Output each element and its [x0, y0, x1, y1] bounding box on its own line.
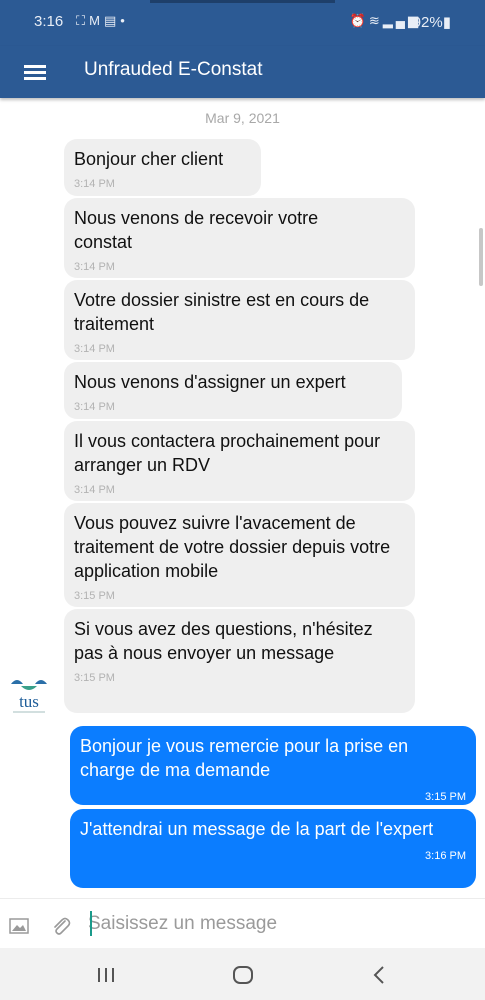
message-text: Vous pouvez suivre l'avacement de traite… — [74, 513, 391, 581]
status-time: 3:16 — [34, 13, 64, 30]
message-time: 3:16 PM — [425, 850, 466, 862]
alarm-icon: ⏰ — [349, 13, 369, 28]
wifi-icon: ≋ — [368, 13, 383, 28]
outgoing-message[interactable]: Bonjour je vous remercie pour la prise e… — [70, 726, 476, 805]
text-cursor — [90, 911, 92, 936]
incoming-message[interactable]: Vous pouvez suivre l'avacement de traite… — [64, 503, 415, 607]
message-text: J'attendrai un message de la part de l'e… — [80, 819, 434, 839]
message-input[interactable] — [88, 909, 468, 939]
message-time: 3:14 PM — [74, 343, 115, 355]
message-text: Bonjour je vous remercie pour la prise e… — [80, 736, 409, 780]
date-separator: Mar 9, 2021 — [205, 110, 280, 126]
incoming-message[interactable]: Nous venons d'assigner un expert 3:14 PM — [64, 362, 402, 419]
message-text: Nous venons de recevoir votre constat — [74, 208, 319, 252]
status-bar: 3:16 ⛶M▤• ⏰≋▂▄▆ 92%▮ — [0, 0, 485, 46]
outgoing-message[interactable]: J'attendrai un message de la part de l'e… — [70, 809, 476, 888]
battery-indicator: 92%▮ — [413, 13, 451, 31]
message-time: 3:14 PM — [74, 178, 115, 190]
notification-icons: ⛶M▤• — [76, 13, 129, 29]
message-time: 3:15 PM — [74, 590, 115, 602]
incoming-message[interactable]: Nous venons de recevoir votre constat 3:… — [64, 198, 415, 278]
message-composer — [0, 898, 485, 948]
message-icon: ▤ — [103, 13, 121, 28]
message-text: Votre dossier sinistre est en cours de t… — [74, 290, 370, 334]
battery-icon: ▮ — [442, 14, 451, 31]
home-icon[interactable] — [228, 962, 258, 988]
message-text: Si vous avez des questions, n'hésitez pa… — [74, 619, 373, 663]
app-title: Unfrauded E-Constat — [84, 59, 263, 80]
status-bar-divider — [150, 0, 335, 3]
message-time: 3:14 PM — [74, 261, 115, 273]
agent-avatar[interactable]: tus — [7, 674, 51, 718]
avatar-logo-text: tus — [19, 692, 39, 711]
battery-percent: 92% — [412, 14, 443, 31]
recent-apps-icon[interactable] — [91, 962, 121, 988]
screenshot-icon: ⛶ — [76, 13, 90, 28]
incoming-message[interactable]: Votre dossier sinistre est en cours de t… — [64, 280, 415, 360]
back-icon[interactable] — [364, 962, 394, 988]
paperclip-icon[interactable] — [51, 916, 71, 936]
system-icons: ⏰≋▂▄▆ — [350, 13, 421, 29]
message-time: 3:14 PM — [74, 484, 115, 496]
message-text: Bonjour cher client — [74, 149, 224, 169]
gmail-icon: M — [89, 13, 104, 28]
incoming-message[interactable]: Il vous contactera prochainement pour ar… — [64, 421, 415, 501]
incoming-message[interactable]: Bonjour cher client 3:14 PM — [64, 139, 261, 196]
system-navigation-bar — [0, 948, 485, 1000]
message-time: 3:15 PM — [425, 791, 466, 803]
message-time: 3:15 PM — [74, 672, 115, 684]
chat-messages[interactable]: Mar 9, 2021 Bonjour cher client 3:14 PM … — [0, 98, 485, 898]
scrollbar[interactable] — [479, 228, 483, 286]
message-text: Nous venons d'assigner un expert — [74, 372, 346, 392]
message-text: Il vous contactera prochainement pour ar… — [74, 431, 381, 475]
message-time: 3:14 PM — [74, 401, 115, 413]
dot-icon: • — [120, 13, 129, 28]
image-icon[interactable] — [9, 918, 29, 934]
app-bar: Unfrauded E-Constat — [0, 46, 485, 98]
hamburger-menu-icon[interactable] — [24, 59, 50, 85]
incoming-message[interactable]: Si vous avez des questions, n'hésitez pa… — [64, 609, 415, 713]
